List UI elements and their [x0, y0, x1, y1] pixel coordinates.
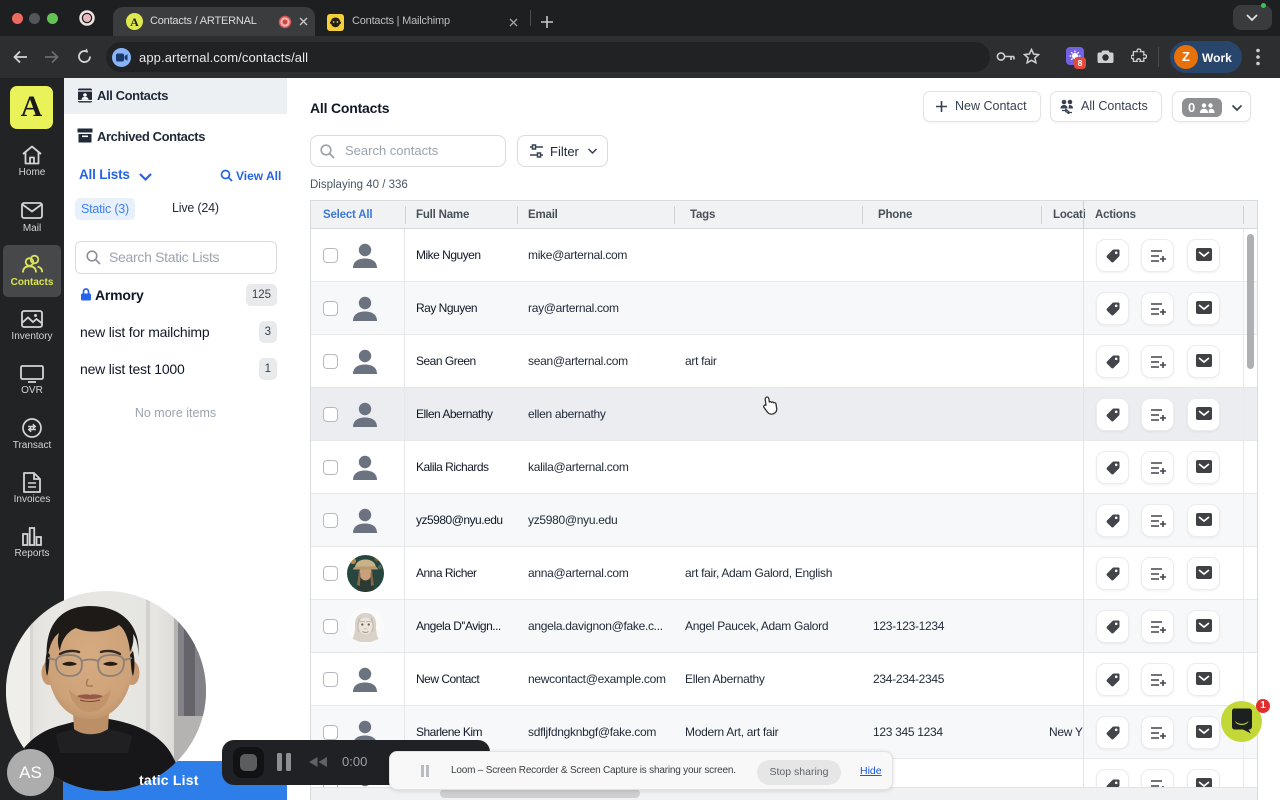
- svg-text:A: A: [130, 15, 139, 29]
- svg-text:tatic List: tatic List: [139, 772, 199, 788]
